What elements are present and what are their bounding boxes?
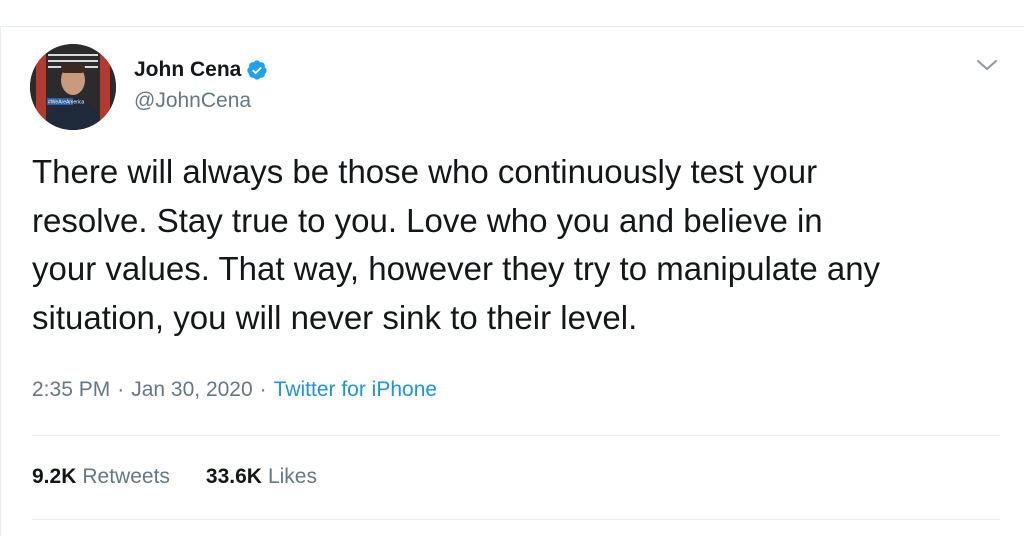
avatar[interactable]: #WeAreAmerica <box>30 44 116 130</box>
retweets-stat[interactable]: 9.2K Retweets <box>32 465 170 489</box>
top-divider <box>0 26 1024 27</box>
tweet-time[interactable]: 2:35 PM <box>32 378 110 402</box>
avatar-badge: #WeAreAmerica <box>48 100 85 106</box>
tweet-date[interactable]: Jan 30, 2020 <box>131 378 252 402</box>
likes-count: 33.6K <box>205 465 262 488</box>
meta-separator: · <box>259 378 267 401</box>
meta-separator: · <box>117 378 125 401</box>
author-handle[interactable]: @JohnCena <box>134 89 251 113</box>
likes-stat[interactable]: 33.6K Likes <box>206 465 317 489</box>
avatar-image: #WeAreAmerica <box>30 44 116 130</box>
verified-badge-icon <box>246 59 268 81</box>
likes-label: Likes <box>267 465 317 488</box>
tweet-source-link[interactable]: Twitter for iPhone <box>274 378 437 402</box>
display-name[interactable]: John Cena <box>134 58 241 82</box>
retweets-label: Retweets <box>82 465 170 488</box>
tweet-text: There will always be those who continuou… <box>32 153 881 336</box>
left-border <box>0 26 1 536</box>
divider <box>32 519 1000 520</box>
retweets-count: 9.2K <box>32 465 77 488</box>
tweet-meta: 2:35 PM · Jan 30, 2020 · Twitter for iPh… <box>32 378 437 402</box>
author-name-row: John Cena <box>134 58 268 82</box>
chevron-down-icon[interactable] <box>974 54 1000 76</box>
tweet-stats: 9.2K Retweets 33.6K Likes <box>32 465 317 489</box>
divider <box>32 435 1000 436</box>
